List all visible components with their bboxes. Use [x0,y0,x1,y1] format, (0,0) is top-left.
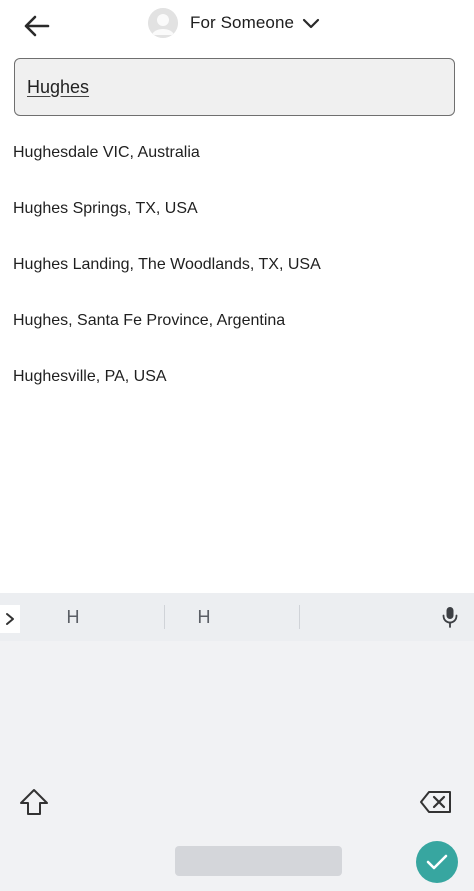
keyboard-suggestion[interactable]: H [20,593,126,641]
person-avatar-icon [148,8,178,38]
screen: For Someone Hughesdale VIC, Australia Hu… [0,0,474,891]
page-title: For Someone [190,13,295,32]
backspace-icon [420,791,451,813]
space-key[interactable] [175,846,342,876]
suggestion-item[interactable]: Hughes Landing, The Woodlands, TX, USA [0,237,474,293]
search-input[interactable] [27,76,427,98]
microphone-icon [442,607,458,628]
arrow-left-icon [24,15,50,37]
suggestion-item[interactable]: Hughes, Santa Fe Province, Argentina [0,293,474,349]
recipient-selector[interactable]: For Someone [148,6,320,40]
keyboard-expand-button[interactable] [0,605,20,633]
keyboard-divider [299,605,300,629]
done-button[interactable] [416,841,458,883]
check-icon [426,854,448,870]
avatar [148,8,178,38]
suggestion-item[interactable]: Hughesville, PA, USA [0,349,474,405]
suggestion-list: Hughesdale VIC, Australia Hughes Springs… [0,125,474,405]
backspace-key[interactable] [416,786,456,818]
chevron-down-icon [302,17,320,29]
keyboard: H H [0,593,474,891]
shift-key[interactable] [16,786,52,818]
chevron-right-icon [6,613,14,625]
suggestion-item[interactable]: Hughes Springs, TX, USA [0,181,474,237]
microphone-button[interactable] [436,603,464,631]
keyboard-suggestion[interactable]: H [165,593,243,641]
suggestion-item[interactable]: Hughesdale VIC, Australia [0,125,474,181]
search-field[interactable] [14,58,455,116]
keyboard-suggestion-bar: H H [0,593,474,641]
shift-icon [20,789,48,815]
back-button[interactable] [16,8,56,44]
header: For Someone [0,0,474,50]
